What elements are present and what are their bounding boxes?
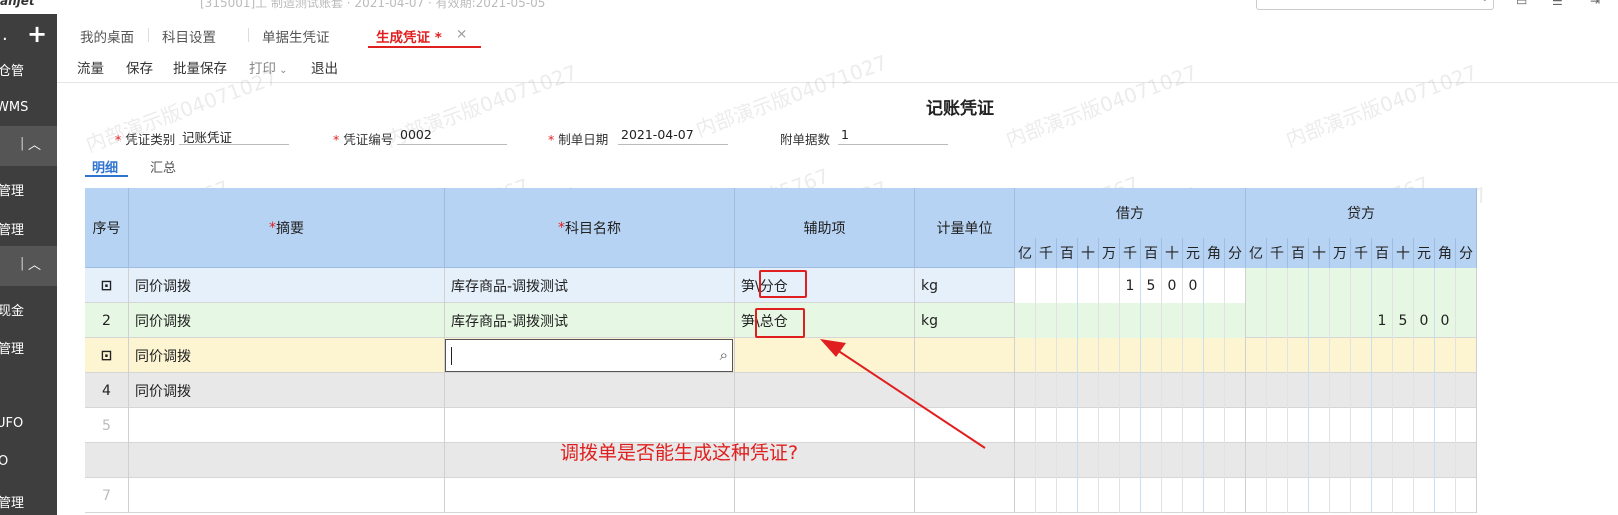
annotation-arrow-icon bbox=[820, 339, 986, 449]
annotation-text: 调拨单是否能生成这种凭证? bbox=[560, 442, 799, 464]
